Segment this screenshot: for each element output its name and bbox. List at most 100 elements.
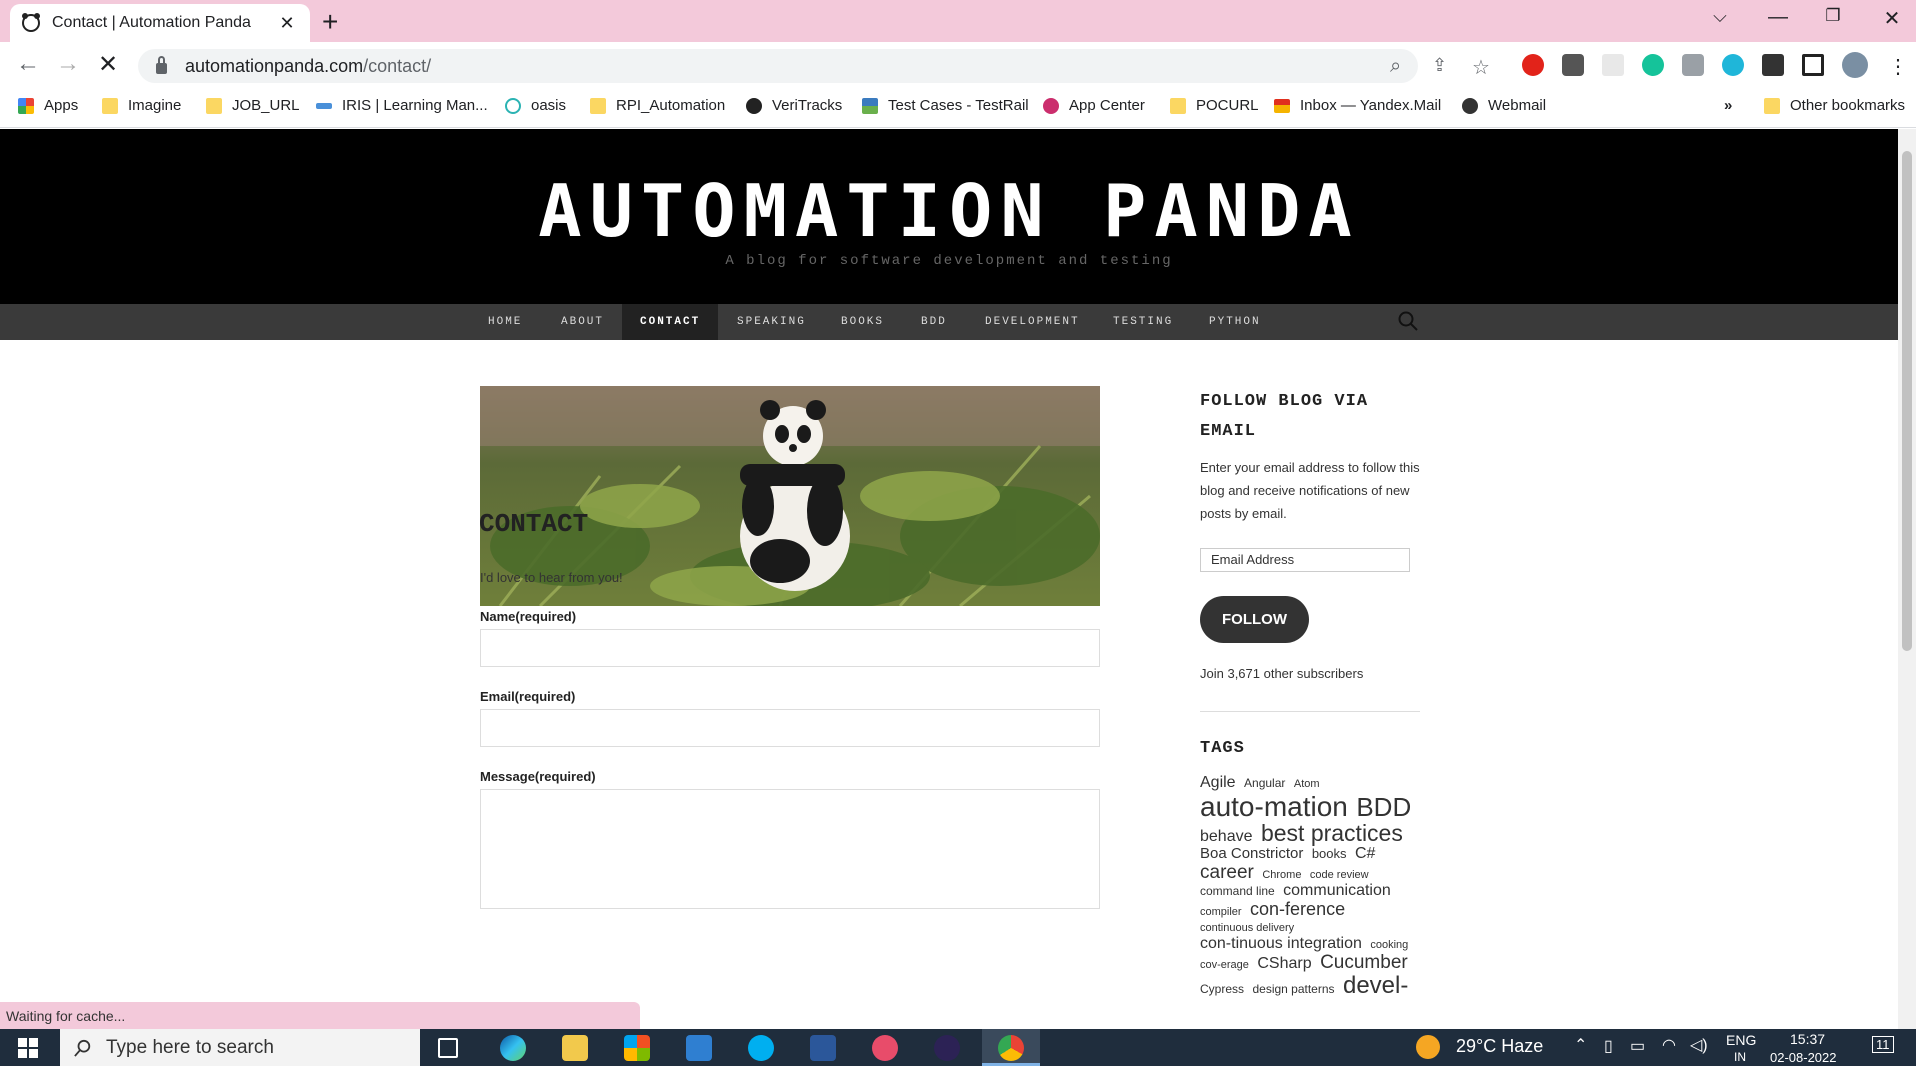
name-field[interactable] xyxy=(480,629,1100,667)
snip-icon[interactable] xyxy=(872,1035,898,1061)
language-indicator[interactable]: ENG xyxy=(1726,1032,1756,1048)
bookmarks-overflow-chevron-icon[interactable]: » xyxy=(1724,97,1732,114)
tag-link[interactable]: behave xyxy=(1200,828,1253,845)
nav-speaking[interactable]: SPEAKING xyxy=(737,304,806,340)
tag-link[interactable]: BDD xyxy=(1356,792,1411,822)
tag-link[interactable]: continuous delivery xyxy=(1200,922,1294,935)
site-title[interactable]: AUTOMATION PANDA xyxy=(0,169,1898,253)
bookmark-imagine[interactable]: Imagine xyxy=(102,97,181,114)
minimize-button[interactable]: — xyxy=(1758,6,1798,29)
tag-link[interactable]: Cypress xyxy=(1200,982,1244,996)
clock-time[interactable]: 15:37 xyxy=(1790,1031,1825,1047)
tray-chevron-icon[interactable]: ⌃ xyxy=(1574,1035,1587,1055)
taskbar-search-box[interactable]: Type here to search xyxy=(60,1029,420,1066)
clock-date[interactable]: 02-08-2022 xyxy=(1770,1050,1837,1065)
browser-tab[interactable]: Contact | Automation Panda ✕ xyxy=(10,4,310,42)
edge-icon[interactable] xyxy=(500,1035,526,1061)
tab-search-icon[interactable]: ⌵ xyxy=(1700,6,1740,27)
page-scrollbar[interactable] xyxy=(1898,129,1916,1029)
task-view-icon[interactable] xyxy=(438,1038,458,1058)
tag-link[interactable]: C# xyxy=(1355,845,1375,862)
follow-email-input[interactable]: Email Address xyxy=(1200,548,1410,572)
tag-link[interactable]: compiler xyxy=(1200,906,1242,918)
tag-link[interactable]: code review xyxy=(1310,869,1369,881)
bookmark-oasis[interactable]: oasis xyxy=(505,97,566,114)
nav-development[interactable]: DEVELOPMENT xyxy=(985,304,1080,340)
message-field[interactable] xyxy=(480,789,1100,909)
bookmark-webmail[interactable]: Webmail xyxy=(1462,97,1546,114)
tag-link[interactable]: con-ference xyxy=(1250,899,1345,919)
close-tab-icon[interactable]: ✕ xyxy=(276,13,298,34)
bookmark-other[interactable]: Other bookmarks xyxy=(1764,97,1905,114)
tray-device-icon[interactable]: ▯ xyxy=(1604,1036,1613,1056)
tag-link[interactable]: devel- xyxy=(1343,972,1408,999)
tag-link[interactable]: communication xyxy=(1283,882,1391,899)
nav-home[interactable]: HOME xyxy=(488,304,522,340)
battery-icon[interactable]: ▭ xyxy=(1630,1036,1645,1056)
stop-loading-icon[interactable]: ✕ xyxy=(92,50,124,79)
bookmark-rpi-automation[interactable]: RPI_Automation xyxy=(590,97,725,114)
close-window-button[interactable]: ✕ xyxy=(1872,6,1912,31)
weather-icon[interactable] xyxy=(1416,1035,1440,1059)
word-icon[interactable] xyxy=(810,1035,836,1061)
nav-books[interactable]: BOOKS xyxy=(841,304,884,340)
tag-link[interactable]: Agile xyxy=(1200,774,1236,791)
bookmark-testrail[interactable]: Test Cases - TestRail xyxy=(862,97,1029,114)
chrome-taskbar-active[interactable] xyxy=(982,1029,1040,1066)
nav-bdd[interactable]: BDD xyxy=(921,304,947,340)
wifi-icon[interactable]: ◠ xyxy=(1662,1035,1676,1055)
tag-link[interactable]: Atom xyxy=(1294,778,1320,790)
file-explorer-icon[interactable] xyxy=(562,1035,588,1061)
eclipse-icon[interactable] xyxy=(934,1035,960,1061)
tag-link[interactable]: con-tinuous integration xyxy=(1200,935,1362,952)
email-field[interactable] xyxy=(480,709,1100,747)
tag-link[interactable]: career xyxy=(1200,862,1254,883)
bookmark-iris[interactable]: IRIS | Learning Man... xyxy=(316,97,488,114)
screenshot-extension-icon[interactable] xyxy=(1682,54,1704,76)
nav-testing[interactable]: TESTING xyxy=(1113,304,1173,340)
cloud-extension-icon[interactable] xyxy=(1722,54,1744,76)
tag-link[interactable]: command line xyxy=(1200,884,1275,898)
extensions-puzzle-icon[interactable] xyxy=(1762,54,1784,76)
tag-link[interactable]: auto-mation xyxy=(1200,791,1348,822)
nav-python[interactable]: PYTHON xyxy=(1209,304,1261,340)
zoom-icon[interactable]: ⌕ xyxy=(1390,55,1401,78)
bookmark-job-url[interactable]: JOB_URL xyxy=(206,97,300,114)
skype-icon[interactable] xyxy=(748,1035,774,1061)
notification-center-icon[interactable]: 11 xyxy=(1872,1036,1894,1053)
new-tab-button[interactable]: + xyxy=(322,6,338,38)
tag-link[interactable]: CSharp xyxy=(1257,955,1311,972)
volume-icon[interactable]: ◁) xyxy=(1690,1035,1708,1055)
bookmark-app-center[interactable]: App Center xyxy=(1043,97,1145,114)
tag-link[interactable]: Chrome xyxy=(1262,869,1301,881)
store-icon[interactable] xyxy=(624,1035,650,1061)
cursor-extension-icon[interactable] xyxy=(1602,54,1624,76)
bookmark-veritracks[interactable]: VeriTracks xyxy=(746,97,842,114)
scrollbar-thumb[interactable] xyxy=(1902,151,1912,651)
menu-kebab-icon[interactable]: ⋮ xyxy=(1888,54,1908,79)
mail-icon[interactable] xyxy=(686,1035,712,1061)
profile-avatar[interactable] xyxy=(1842,52,1868,78)
bookmark-yandex-mail[interactable]: Inbox — Yandex.Mail xyxy=(1274,97,1441,114)
tag-link[interactable]: best practices xyxy=(1261,820,1403,846)
bookmark-pocurl[interactable]: POCURL xyxy=(1170,97,1259,114)
search-icon[interactable] xyxy=(1398,311,1418,331)
follow-button[interactable]: FOLLOW xyxy=(1200,596,1309,643)
grammarly-extension-icon[interactable] xyxy=(1642,54,1664,76)
address-bar[interactable]: automationpanda.com/contact/ ⌕ ⇪ ☆ xyxy=(138,49,1490,83)
tag-link[interactable]: books xyxy=(1312,846,1347,861)
nav-contact[interactable]: CONTACT xyxy=(622,304,719,340)
bookmark-star-icon[interactable]: ☆ xyxy=(1472,55,1490,80)
back-arrow-icon[interactable]: ← xyxy=(12,50,44,78)
bookmark-apps[interactable]: Apps xyxy=(18,97,78,114)
share-icon[interactable]: ⇪ xyxy=(1432,55,1447,76)
tag-link[interactable]: design patterns xyxy=(1252,982,1334,996)
tag-link[interactable]: cooking xyxy=(1370,939,1408,951)
tag-link[interactable]: cov-erage xyxy=(1200,959,1249,971)
forward-arrow-icon[interactable]: → xyxy=(52,50,84,78)
side-panel-icon[interactable] xyxy=(1802,54,1824,76)
opera-extension-icon[interactable] xyxy=(1522,54,1544,76)
windows-start-icon[interactable] xyxy=(18,1038,38,1058)
reader-extension-icon[interactable] xyxy=(1562,54,1584,76)
weather-text[interactable]: 29°C Haze xyxy=(1456,1036,1543,1057)
